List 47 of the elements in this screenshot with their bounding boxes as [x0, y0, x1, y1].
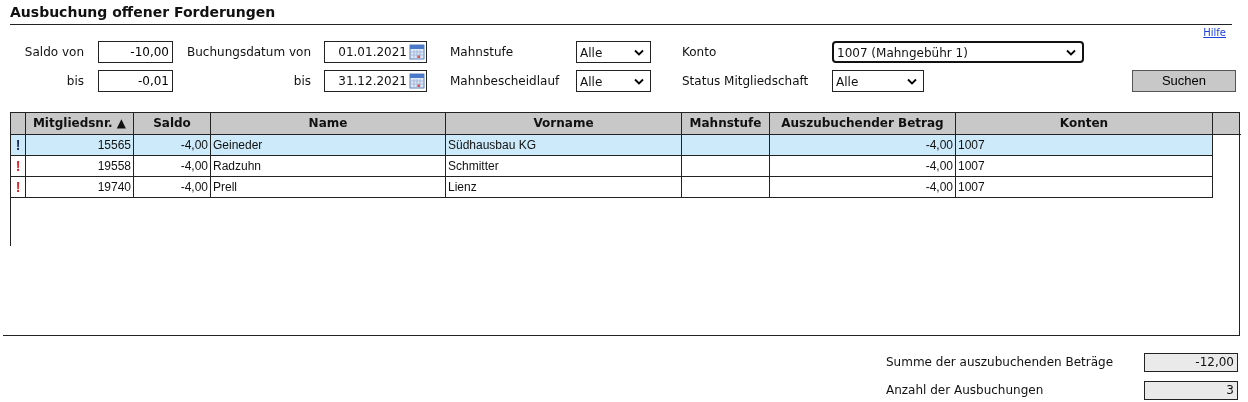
table-cell: 1007 — [956, 135, 1213, 156]
table-cell: -4,00 — [770, 177, 956, 198]
table-cell: Lienz — [446, 177, 682, 198]
summary-label: Anzahl der Ausbuchungen — [886, 383, 1045, 397]
table-cell: -4,00 — [770, 135, 956, 156]
table-cell: Geineder — [211, 135, 446, 156]
table-row[interactable]: ! 19558 -4,00 Radzuhn Schmitter -4,00 1007 — [11, 156, 1212, 177]
table-row[interactable]: ! 19740 -4,00 Prell Lienz -4,00 1007 — [11, 177, 1212, 198]
dropdown[interactable]: Alle — [576, 40, 651, 63]
warning-mark: ! — [11, 135, 26, 156]
summary-field: 3 — [1144, 380, 1238, 400]
warning-mark: ! — [11, 177, 26, 198]
search-button[interactable]: Suchen — [1132, 69, 1236, 92]
date-field[interactable]: 01.01.2021 — [324, 40, 427, 63]
table-cell: -4,00 — [134, 177, 211, 198]
input-field[interactable]: -0,01 — [98, 69, 173, 92]
table-cell: 19740 — [26, 177, 134, 198]
dropdown[interactable]: Alle — [832, 69, 924, 92]
date-field[interactable]: 31.12.2021 — [324, 69, 427, 92]
field-label: Konto — [682, 44, 718, 59]
field-label: bis — [65, 73, 84, 88]
field-label: Status Mitgliedschaft — [682, 73, 810, 88]
page-title: Ausbuchung offener Forderungen — [10, 4, 1232, 25]
field-label: Buchungsdatum von — [186, 44, 311, 59]
summary-label: Summe der auszubuchenden Beträge — [886, 355, 1115, 369]
table-cell: -4,00 — [770, 156, 956, 177]
table-cell: Schmitter — [446, 156, 682, 177]
table-cell: Radzuhn — [211, 156, 446, 177]
dropdown[interactable]: 1007 (Mahngebühr 1) — [832, 40, 1084, 63]
table-cell: -4,00 — [134, 135, 211, 156]
field-label: Saldo von — [23, 44, 84, 59]
table-row[interactable]: ! 15565 -4,00 Geineder Südhausbau KG -4,00 1007 — [11, 135, 1212, 156]
input-field[interactable]: -10,00 — [98, 40, 173, 63]
field-label: bis — [292, 73, 311, 88]
table-cell: Südhausbau KG — [446, 135, 682, 156]
table-cell: Prell — [211, 177, 446, 198]
table-cell: 1007 — [956, 177, 1213, 198]
warning-mark: ! — [11, 156, 26, 177]
table-cell: -4,00 — [134, 156, 211, 177]
table-cell: 19558 — [26, 156, 134, 177]
help-link[interactable]: Hilfe — [1203, 27, 1238, 38]
table-cell: 1007 — [956, 156, 1213, 177]
field-label: Mahnstufe — [450, 44, 515, 59]
summary-field: -12,00 — [1144, 352, 1238, 372]
field-label: Mahnbescheidlauf — [450, 73, 561, 88]
dropdown[interactable]: Alle — [576, 69, 651, 92]
table-cell: 15565 — [26, 135, 134, 156]
